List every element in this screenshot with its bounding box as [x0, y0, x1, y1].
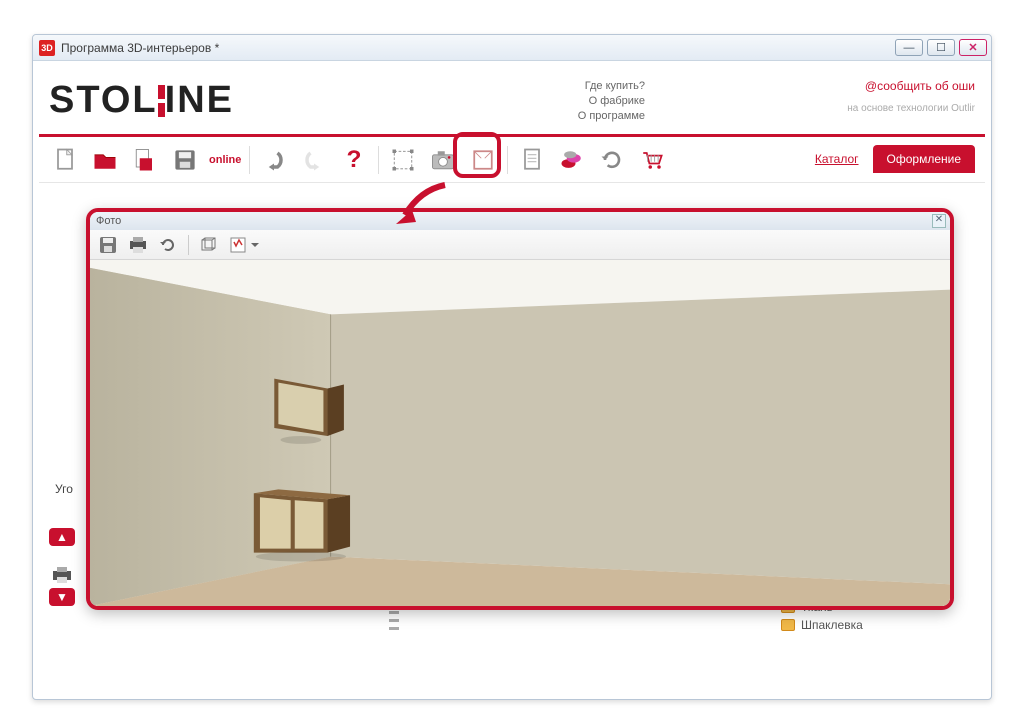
toolbar-separator [378, 146, 379, 174]
cart-button[interactable] [636, 144, 668, 176]
tech-note: на основе технологии Outlir [847, 103, 975, 114]
online-label: online [209, 154, 241, 166]
header-links: Где купить? О фабрике О программе [578, 79, 645, 124]
catalog-item-label: Шпаклевка [801, 618, 863, 632]
price-button[interactable] [556, 144, 588, 176]
collapse-up-button[interactable]: ▲ [49, 528, 75, 546]
link-where-to-buy[interactable]: Где купить? [578, 79, 645, 94]
popup-titlebar: Фото ✕ [90, 212, 950, 230]
selection-button[interactable] [387, 144, 419, 176]
tab-catalog[interactable]: Каталог [801, 145, 873, 173]
collapse-down-button-1[interactable]: ▼ [49, 588, 75, 606]
report-error-link[interactable]: @сообщить об оши [865, 79, 975, 93]
document-button[interactable] [516, 144, 548, 176]
chevron-down-icon [251, 243, 259, 251]
header: STOLINE Где купить? О фабрике О программ… [39, 67, 985, 137]
logo-bars-icon [158, 85, 165, 117]
right-tabs: Каталог Оформление [801, 145, 975, 173]
popup-print-button[interactable] [128, 235, 148, 255]
undo-button[interactable] [258, 144, 290, 176]
window-title: Программа 3D-интерьеров * [61, 41, 219, 55]
logo-part-1: STOL [49, 79, 158, 121]
link-about-factory[interactable]: О фабрике [578, 94, 645, 109]
minimize-button[interactable]: — [895, 39, 923, 56]
close-button[interactable]: ✕ [959, 39, 987, 56]
room-3d-view[interactable] [90, 260, 950, 606]
open-file-button[interactable] [89, 144, 121, 176]
link-about-program[interactable]: О программе [578, 109, 645, 124]
tab-design[interactable]: Оформление [873, 145, 975, 173]
titlebar: 3D Программа 3D-интерьеров * — ☐ ✕ [33, 35, 991, 61]
main-toolbar: online ? [39, 137, 985, 183]
callout-arrow-icon [390, 180, 460, 233]
printer-icon[interactable] [51, 566, 73, 587]
camera-highlight [453, 132, 501, 178]
logo: STOLINE [49, 79, 234, 122]
refresh-button[interactable] [596, 144, 628, 176]
toolbar-separator [507, 146, 508, 174]
redo-button[interactable] [298, 144, 330, 176]
logo-part-2: INE [165, 79, 234, 121]
folder-icon [781, 619, 795, 631]
svg-text:?: ? [347, 146, 362, 173]
popup-title: Фото [96, 215, 121, 227]
open-project-button[interactable] [129, 144, 161, 176]
photo-popup: Фото ✕ [86, 208, 954, 610]
toolbar-separator [249, 146, 250, 174]
online-button[interactable]: online [209, 144, 241, 176]
help-button[interactable]: ? [338, 144, 370, 176]
popup-settings-dropdown[interactable] [229, 235, 259, 255]
maximize-button[interactable]: ☐ [927, 39, 955, 56]
save-button[interactable] [169, 144, 201, 176]
side-label: Уго [55, 482, 73, 496]
popup-toolbar [90, 230, 950, 260]
popup-refresh-button[interactable] [158, 235, 178, 255]
catalog-item[interactable]: Шпаклевка [781, 616, 971, 634]
popup-view3d-button[interactable] [199, 235, 219, 255]
app-icon: 3D [39, 40, 55, 56]
new-file-button[interactable] [49, 144, 81, 176]
popup-save-button[interactable] [98, 235, 118, 255]
popup-close-button[interactable]: ✕ [932, 214, 946, 228]
